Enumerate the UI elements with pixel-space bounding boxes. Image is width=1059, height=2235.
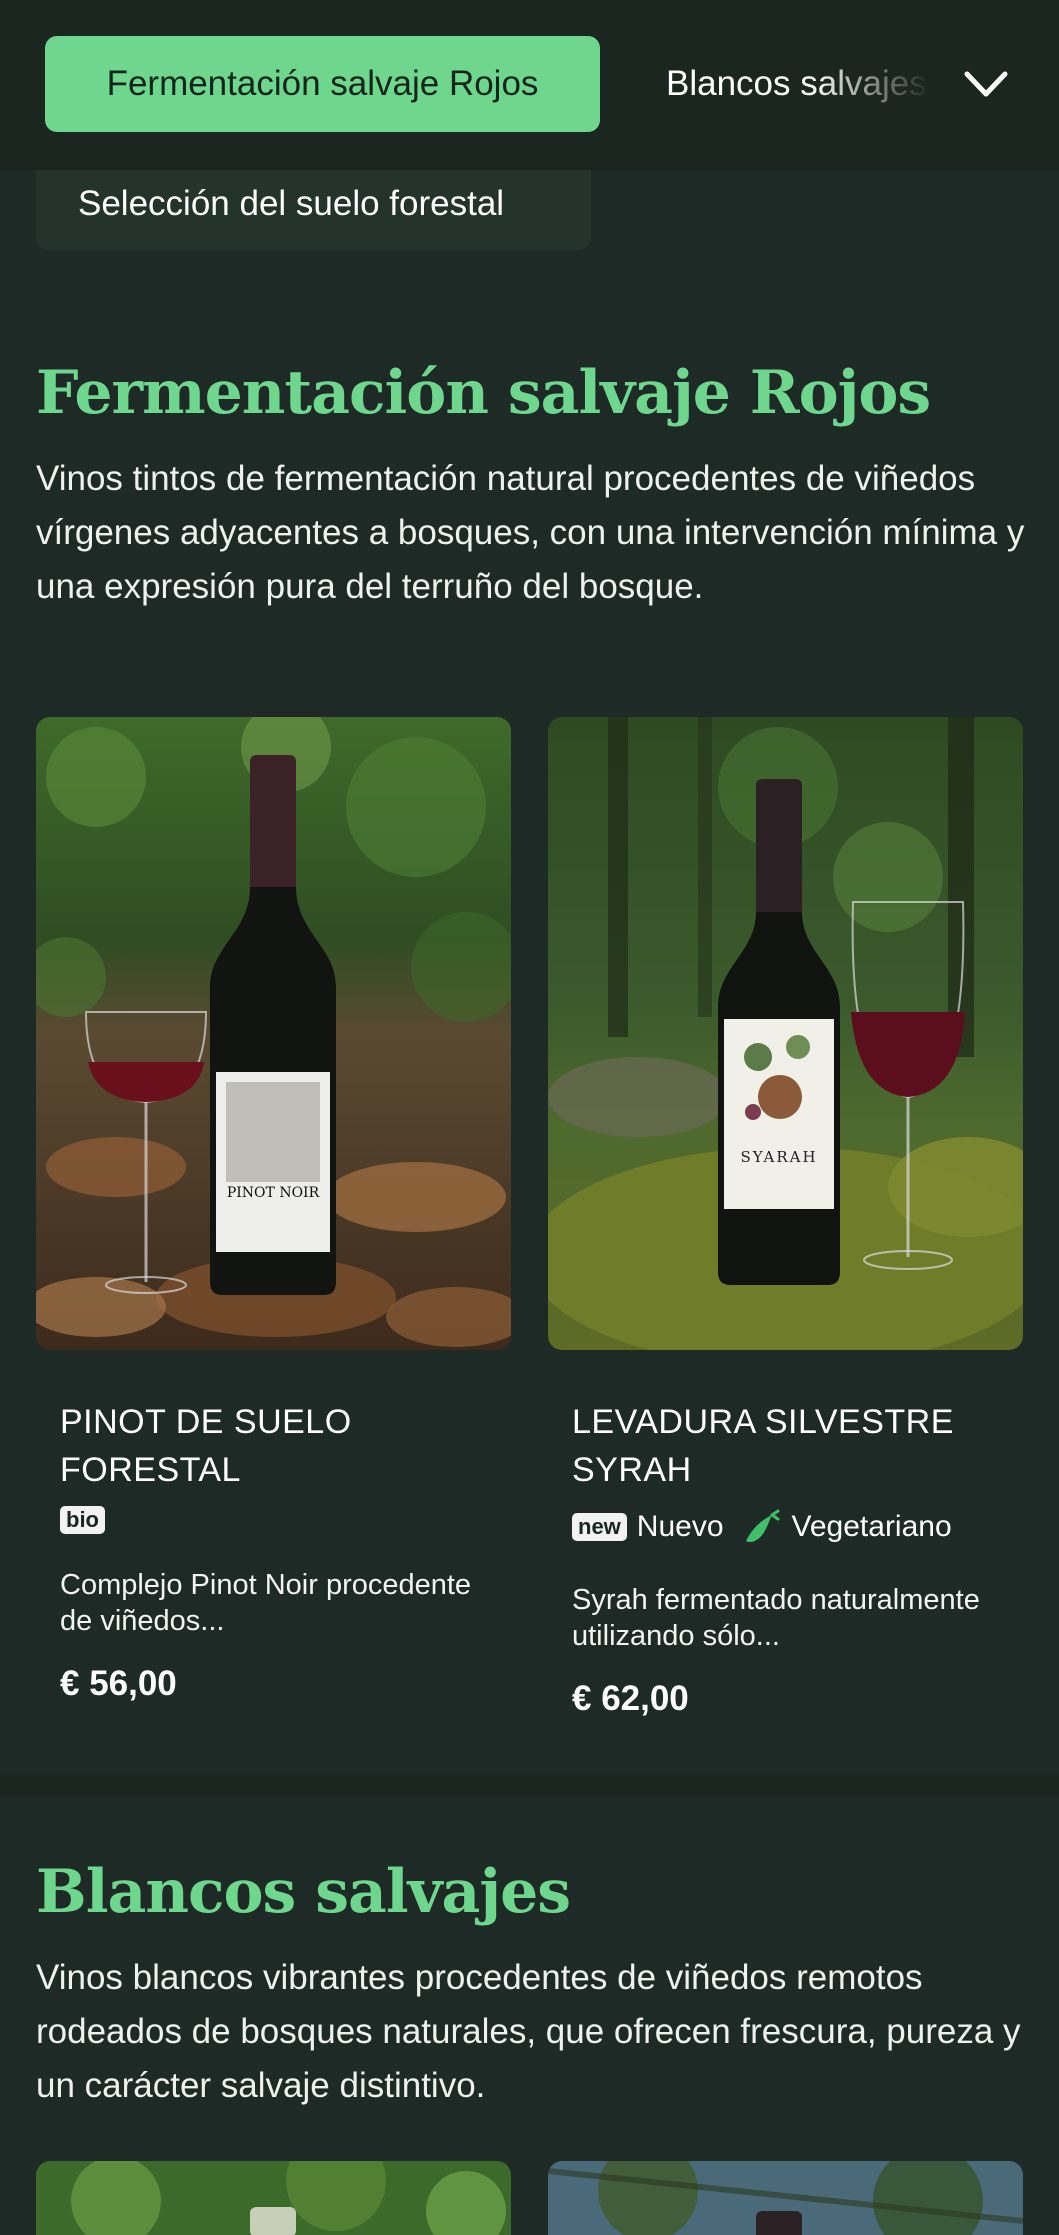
section-description-rojos: Vinos tintos de fermentación natural pro… [36,459,1025,606]
product-image-blanco-1[interactable] [36,2161,511,2235]
section-description-blancos: Vinos blancos vibrantes procedentes de v… [36,1958,1021,2105]
product-name-pinot[interactable]: PINOT DE SUELO FORESTAL [60,1398,480,1494]
product-price-syrah: € 62,00 [572,1679,689,1718]
new-badge: new [572,1513,627,1541]
product-description-pinot: Complejo Pinot Noir procedente de viñedo… [60,1569,472,1637]
tag-nuevo: Nuevo [636,1510,724,1543]
product-tags-syrah: new Nuevo Vegetariano [572,1509,952,1545]
product-image-pinot[interactable]: PINOT NOIR [36,717,511,1350]
wine-photo-blanco-2 [548,2161,1023,2235]
leaf-icon [745,1509,780,1543]
product-image-blanco-2[interactable] [548,2161,1023,2235]
chevron-down-icon[interactable] [963,64,1009,104]
bio-badge: bio [60,1506,105,1534]
bottle-label-text: SYARAH [740,1148,817,1166]
category-nav: Fermentación salvaje Rojos Blancos salva… [0,0,1059,168]
section-title-blancos: Blancos salvajes [36,1857,571,1927]
wine-photo-pinot: PINOT NOIR [36,717,511,1350]
tag-vegetariano: Vegetariano [791,1510,952,1543]
tab-fermentacion-salvaje-rojos[interactable]: Fermentación salvaje Rojos [45,36,600,132]
product-description-syrah: Syrah fermentado naturalmente utilizando… [572,1584,980,1652]
bottle-label-text: PINOT NOIR [227,1185,320,1201]
product-price-pinot: € 56,00 [60,1664,177,1703]
tab-blancos-salvajes[interactable]: Blancos salvajes [666,58,931,110]
wine-photo-blanco-1 [36,2161,511,2235]
wine-photo-syrah: SYARAH [548,717,1023,1350]
subnav-seleccion-suelo-forestal[interactable]: Selección del suelo forestal [36,158,591,250]
product-image-syrah[interactable]: SYARAH [548,717,1023,1350]
section-divider [0,1775,1059,1797]
product-name-syrah[interactable]: LEVADURA SILVESTRE SYRAH [572,1398,992,1494]
product-tags-pinot: bio [60,1506,105,1534]
section-title-rojos: Fermentación salvaje Rojos [36,358,931,428]
